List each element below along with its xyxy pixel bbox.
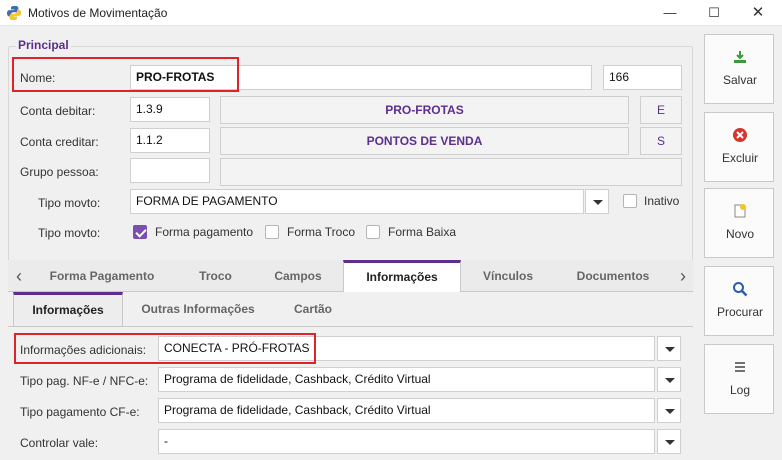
window-title: Motivos de Movimentação [28,6,168,20]
title-bar: Motivos de Movimentação — ☐ ✕ [0,0,782,26]
principal-group-title: Principal [16,38,71,52]
main-panel: Principal Nome: PRO-FROTAS 166 Conta deb… [0,26,700,460]
conta-debitar-label: Conta debitar: [20,104,96,118]
procurar-label: Procurar [716,305,763,319]
codigo-input[interactable]: 166 [603,65,682,90]
subtab-informacoes[interactable]: Informações [13,292,123,326]
tipo-pag-nfe-dropdown-button[interactable] [657,367,681,392]
tab-vinculos[interactable]: Vínculos [473,260,543,292]
log-button[interactable]: Log [704,344,774,414]
excluir-label: Excluir [721,151,758,165]
search-icon [733,282,748,297]
conta-creditar-label: Conta creditar: [20,135,99,149]
conta-creditar-tag: S [640,127,682,155]
highlight-informacoes-adicionais [14,333,316,364]
controlar-vale-label: Controlar vale: [20,436,99,450]
subtab-outras-informacoes[interactable]: Outras Informações [133,292,263,326]
tipo-movto-dropdown-button[interactable] [585,189,609,214]
log-icon [735,362,745,372]
novo-label: Novo [725,227,754,241]
tipo-movto-label: Tipo movto: [38,196,101,210]
tipo-movto-select[interactable]: FORMA DE PAGAMENTO [130,189,584,214]
grupo-pessoa-description [220,158,682,186]
excluir-button[interactable]: Excluir [704,112,774,182]
action-sidebar: Salvar Excluir Novo Procurar Log [700,26,782,460]
tab-campos[interactable]: Campos [263,260,333,292]
tipo-pagamento-cfe-select[interactable]: Programa de fidelidade, Cashback, Crédit… [158,398,655,423]
inativo-label: Inativo [644,194,680,208]
tipo-pagamento-cfe-dropdown-button[interactable] [657,398,681,423]
forma-troco-checkbox[interactable] [265,225,279,239]
tab-documentos[interactable]: Documentos [568,260,658,292]
inativo-checkbox[interactable] [623,194,637,208]
tab-troco[interactable]: Troco [183,260,248,292]
forma-pagamento-label: Forma pagamento [155,225,254,239]
controlar-vale-dropdown-button[interactable] [657,429,681,454]
subtab-cartao[interactable]: Cartão [278,292,348,326]
sub-tabs: Informações Outras Informações Cartão [8,292,693,326]
tipo-pag-nfe-select[interactable]: Programa de fidelidade, Cashback, Crédit… [158,367,655,392]
grupo-pessoa-label: Grupo pessoa: [20,165,99,179]
forma-baixa-checkbox[interactable] [366,225,380,239]
salvar-button[interactable]: Salvar [704,34,774,104]
new-document-icon [734,204,746,218]
maximize-button[interactable]: ☐ [696,0,732,26]
tab-forma-pagamento[interactable]: Forma Pagamento [43,260,161,292]
forma-pagamento-checkbox[interactable] [133,225,147,239]
conta-debitar-input[interactable]: 1.3.9 [130,97,210,122]
tipo-pag-nfe-label: Tipo pag. NF-e / NFC-e: [20,374,149,388]
save-icon [734,51,746,63]
close-button[interactable]: ✕ [740,0,776,26]
tipo-movto-checks-label: Tipo movto: [38,226,101,240]
highlight-nome [12,57,239,92]
log-label: Log [729,383,751,397]
tab-informacoes[interactable]: Informações [343,260,461,293]
procurar-button[interactable]: Procurar [704,266,774,336]
salvar-label: Salvar [722,73,757,87]
informacoes-adicionais-dropdown-button[interactable] [657,336,681,361]
conta-creditar-description: PONTOS DE VENDA [220,127,629,155]
tipo-pagamento-cfe-label: Tipo pagamento CF-e: [20,405,140,419]
controlar-vale-select[interactable]: - [158,429,655,454]
main-tabs: ‹ Forma Pagamento Troco Campos Informaçõ… [8,260,693,293]
forma-baixa-label: Forma Baixa [388,225,457,239]
tab-scroll-left-icon[interactable]: ‹ [10,260,28,292]
grupo-pessoa-input[interactable] [130,158,210,183]
forma-troco-label: Forma Troco [287,225,356,239]
delete-icon [733,128,747,142]
conta-debitar-description: PRO-FROTAS [220,96,629,124]
minimize-button[interactable]: — [652,0,688,26]
python-app-icon [7,6,21,20]
tab-scroll-right-icon[interactable]: › [674,260,692,292]
conta-debitar-tag: E [640,96,682,124]
novo-button[interactable]: Novo [704,188,774,258]
conta-creditar-input[interactable]: 1.1.2 [130,128,210,153]
